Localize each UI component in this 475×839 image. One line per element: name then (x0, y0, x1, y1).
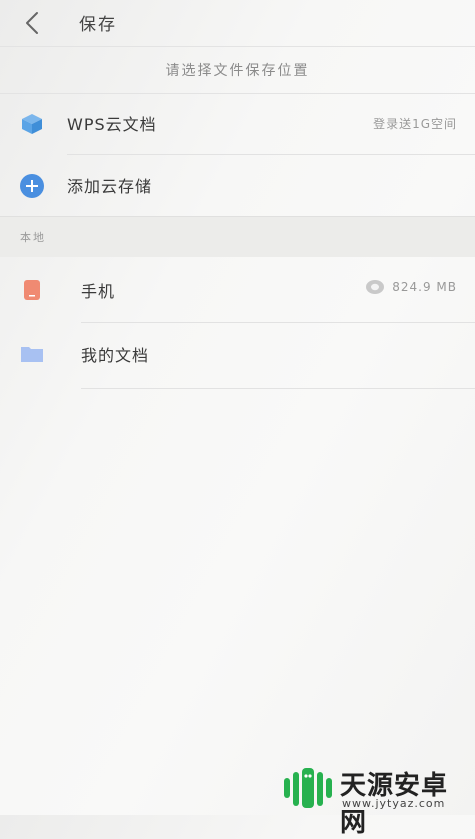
phone-icon (24, 280, 40, 300)
local-section-header: 本地 (0, 216, 475, 257)
phone-storage-row[interactable]: 手机 824.9 MB (0, 258, 475, 318)
subtitle-text: 请选择文件保存位置 (165, 63, 310, 79)
page-title: 保存 (79, 15, 117, 35)
android-logo-icon (284, 768, 332, 808)
watermark-url: www.jytyaz.com (342, 797, 446, 810)
subtitle-bar: 请选择文件保存位置 (0, 47, 475, 94)
back-arrow-icon[interactable] (18, 8, 48, 38)
watermark: 天源安卓网 www.jytyaz.com (282, 764, 472, 838)
folder-icon (21, 347, 43, 362)
section-label: 本地 (20, 231, 46, 244)
phone-label: 手机 (81, 282, 116, 301)
disk-icon (366, 280, 385, 294)
header-bar: 保存 (0, 0, 475, 47)
storage-indicator: 824.9 MB (366, 280, 457, 294)
wps-cloud-row[interactable]: WPS云文档 登录送1G空间 (0, 93, 475, 153)
my-documents-row[interactable]: 我的文档 (0, 324, 475, 384)
storage-size: 824.9 MB (392, 280, 457, 294)
login-hint: 登录送1G空间 (373, 117, 457, 131)
wps-cloud-label: WPS云文档 (67, 115, 157, 134)
add-cloud-label: 添加云存储 (67, 177, 153, 196)
cube-icon (22, 114, 42, 134)
add-cloud-row[interactable]: 添加云存储 (0, 155, 475, 215)
divider (81, 322, 475, 323)
plus-circle-icon (20, 174, 44, 198)
divider (81, 388, 475, 389)
my-documents-label: 我的文档 (81, 346, 150, 365)
